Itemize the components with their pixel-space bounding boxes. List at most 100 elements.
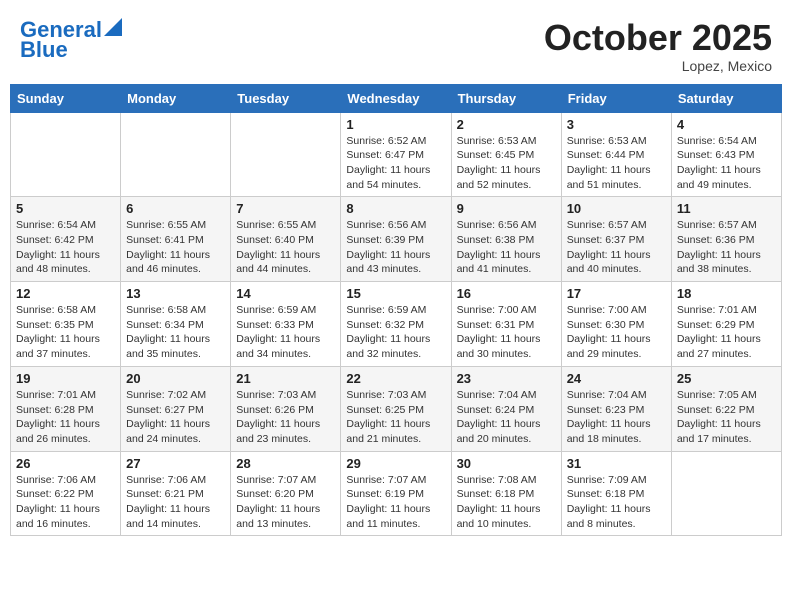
day-info: Sunrise: 7:01 AMSunset: 6:28 PMDaylight:… — [16, 388, 115, 447]
calendar-cell — [671, 451, 781, 536]
calendar-cell: 19Sunrise: 7:01 AMSunset: 6:28 PMDayligh… — [11, 366, 121, 451]
day-number: 1 — [346, 117, 445, 132]
calendar-cell: 30 Sunrise: 7:08 AMSunset: 6:18 PMDayligh… — [451, 451, 561, 536]
day-number: 18 — [677, 286, 776, 301]
calendar-cell — [231, 112, 341, 197]
calendar-cell: 22 Sunrise: 7:03 AMSunset: 6:25 PMDayligh… — [341, 366, 451, 451]
day-info: Sunrise: 6:56 AMSunset: 6:39 PMDaylight:… — [346, 218, 445, 277]
day-info: Sunrise: 6:54 AMSunset: 6:43 PMDaylight:… — [677, 134, 776, 193]
day-info: Sunrise: 7:00 AMSunset: 6:31 PMDaylight:… — [457, 303, 556, 362]
day-info: Sunrise: 6:53 AMSunset: 6:44 PMDaylight:… — [567, 134, 666, 193]
day-info: Sunrise: 7:08 AMSunset: 6:18 PMDaylight:… — [457, 473, 556, 532]
calendar-cell: 27Sunrise: 7:06 AMSunset: 6:21 PMDayligh… — [121, 451, 231, 536]
day-number: 23 — [457, 371, 556, 386]
calendar-cell: 26 Sunrise: 7:06 AMSunset: 6:22 PMDayligh… — [11, 451, 121, 536]
day-number: 25 — [677, 371, 776, 386]
day-info: Sunrise: 7:03 AMSunset: 6:25 PMDaylight:… — [346, 388, 445, 447]
col-tuesday: Tuesday — [231, 84, 341, 112]
day-info: Sunrise: 6:55 AMSunset: 6:40 PMDaylight:… — [236, 218, 335, 277]
day-info: Sunrise: 6:58 AMSunset: 6:35 PMDaylight:… — [16, 303, 115, 362]
calendar-cell: 29Sunrise: 7:07 AMSunset: 6:19 PMDayligh… — [341, 451, 451, 536]
day-info: Sunrise: 6:59 AMSunset: 6:33 PMDaylight:… — [236, 303, 335, 362]
day-number: 26 — [16, 456, 115, 471]
calendar-week-row: 1 Sunrise: 6:52 AMSunset: 6:47 PMDaylight… — [11, 112, 782, 197]
day-number: 28 — [236, 456, 335, 471]
calendar-cell: 16Sunrise: 7:00 AMSunset: 6:31 PMDayligh… — [451, 282, 561, 367]
page-header: General Blue October 2025 Lopez, Mexico — [10, 10, 782, 78]
col-thursday: Thursday — [451, 84, 561, 112]
calendar-cell: 9 Sunrise: 6:56 AMSunset: 6:38 PMDaylight… — [451, 197, 561, 282]
day-number: 11 — [677, 201, 776, 216]
calendar-cell: 24 Sunrise: 7:04 AMSunset: 6:23 PMDayligh… — [561, 366, 671, 451]
day-number: 12 — [16, 286, 115, 301]
calendar-cell: 21 Sunrise: 7:03 AMSunset: 6:26 PMDayligh… — [231, 366, 341, 451]
calendar-cell: 1 Sunrise: 6:52 AMSunset: 6:47 PMDaylight… — [341, 112, 451, 197]
calendar-cell: 12 Sunrise: 6:58 AMSunset: 6:35 PMDayligh… — [11, 282, 121, 367]
day-info: Sunrise: 6:52 AMSunset: 6:47 PMDaylight:… — [346, 134, 445, 193]
calendar-week-row: 26 Sunrise: 7:06 AMSunset: 6:22 PMDayligh… — [11, 451, 782, 536]
col-monday: Monday — [121, 84, 231, 112]
calendar-cell: 20 Sunrise: 7:02 AMSunset: 6:27 PMDayligh… — [121, 366, 231, 451]
day-info: Sunrise: 6:59 AMSunset: 6:32 PMDaylight:… — [346, 303, 445, 362]
calendar-cell: 13Sunrise: 6:58 AMSunset: 6:34 PMDayligh… — [121, 282, 231, 367]
day-info: Sunrise: 7:04 AMSunset: 6:23 PMDaylight:… — [567, 388, 666, 447]
day-info: Sunrise: 6:56 AMSunset: 6:38 PMDaylight:… — [457, 218, 556, 277]
day-info: Sunrise: 7:03 AMSunset: 6:26 PMDaylight:… — [236, 388, 335, 447]
day-info: Sunrise: 7:06 AMSunset: 6:22 PMDaylight:… — [16, 473, 115, 532]
day-number: 29 — [346, 456, 445, 471]
day-number: 4 — [677, 117, 776, 132]
day-number: 8 — [346, 201, 445, 216]
calendar-table: Sunday Monday Tuesday Wednesday Thursday… — [10, 84, 782, 537]
calendar-cell — [11, 112, 121, 197]
day-number: 30 — [457, 456, 556, 471]
col-wednesday: Wednesday — [341, 84, 451, 112]
day-number: 31 — [567, 456, 666, 471]
logo: General Blue — [20, 18, 122, 62]
calendar-cell: 2Sunrise: 6:53 AMSunset: 6:45 PMDaylight… — [451, 112, 561, 197]
day-number: 2 — [457, 117, 556, 132]
day-info: Sunrise: 6:55 AMSunset: 6:41 PMDaylight:… — [126, 218, 225, 277]
col-sunday: Sunday — [11, 84, 121, 112]
day-number: 14 — [236, 286, 335, 301]
day-number: 24 — [567, 371, 666, 386]
calendar-cell: 7 Sunrise: 6:55 AMSunset: 6:40 PMDaylight… — [231, 197, 341, 282]
day-info: Sunrise: 7:01 AMSunset: 6:29 PMDaylight:… — [677, 303, 776, 362]
day-number: 5 — [16, 201, 115, 216]
day-number: 21 — [236, 371, 335, 386]
calendar-cell: 23 Sunrise: 7:04 AMSunset: 6:24 PMDayligh… — [451, 366, 561, 451]
calendar-cell: 14 Sunrise: 6:59 AMSunset: 6:33 PMDayligh… — [231, 282, 341, 367]
day-number: 10 — [567, 201, 666, 216]
day-info: Sunrise: 7:04 AMSunset: 6:24 PMDaylight:… — [457, 388, 556, 447]
day-info: Sunrise: 7:02 AMSunset: 6:27 PMDaylight:… — [126, 388, 225, 447]
day-number: 6 — [126, 201, 225, 216]
calendar-cell: 31Sunrise: 7:09 AMSunset: 6:18 PMDayligh… — [561, 451, 671, 536]
day-info: Sunrise: 7:07 AMSunset: 6:20 PMDaylight:… — [236, 473, 335, 532]
calendar-cell: 6 Sunrise: 6:55 AMSunset: 6:41 PMDaylight… — [121, 197, 231, 282]
calendar-cell: 18 Sunrise: 7:01 AMSunset: 6:29 PMDayligh… — [671, 282, 781, 367]
day-number: 15 — [346, 286, 445, 301]
day-number: 9 — [457, 201, 556, 216]
day-number: 13 — [126, 286, 225, 301]
col-friday: Friday — [561, 84, 671, 112]
calendar-cell — [121, 112, 231, 197]
day-number: 7 — [236, 201, 335, 216]
calendar-cell: 28 Sunrise: 7:07 AMSunset: 6:20 PMDayligh… — [231, 451, 341, 536]
day-number: 22 — [346, 371, 445, 386]
title-section: October 2025 Lopez, Mexico — [544, 18, 772, 74]
day-info: Sunrise: 6:54 AMSunset: 6:42 PMDaylight:… — [16, 218, 115, 277]
day-info: Sunrise: 7:06 AMSunset: 6:21 PMDaylight:… — [126, 473, 225, 532]
calendar-week-row: 19Sunrise: 7:01 AMSunset: 6:28 PMDayligh… — [11, 366, 782, 451]
calendar-cell: 15 Sunrise: 6:59 AMSunset: 6:32 PMDayligh… — [341, 282, 451, 367]
day-info: Sunrise: 7:05 AMSunset: 6:22 PMDaylight:… — [677, 388, 776, 447]
calendar-cell: 3Sunrise: 6:53 AMSunset: 6:44 PMDaylight… — [561, 112, 671, 197]
calendar-header-row: Sunday Monday Tuesday Wednesday Thursday… — [11, 84, 782, 112]
calendar-cell: 25 Sunrise: 7:05 AMSunset: 6:22 PMDayligh… — [671, 366, 781, 451]
day-info: Sunrise: 7:00 AMSunset: 6:30 PMDaylight:… — [567, 303, 666, 362]
col-saturday: Saturday — [671, 84, 781, 112]
day-number: 20 — [126, 371, 225, 386]
logo-triangle-icon — [104, 16, 122, 36]
calendar-week-row: 5 Sunrise: 6:54 AMSunset: 6:42 PMDaylight… — [11, 197, 782, 282]
calendar-cell: 10Sunrise: 6:57 AMSunset: 6:37 PMDayligh… — [561, 197, 671, 282]
calendar-cell: 8 Sunrise: 6:56 AMSunset: 6:39 PMDaylight… — [341, 197, 451, 282]
logo-blue: Blue — [20, 38, 68, 62]
